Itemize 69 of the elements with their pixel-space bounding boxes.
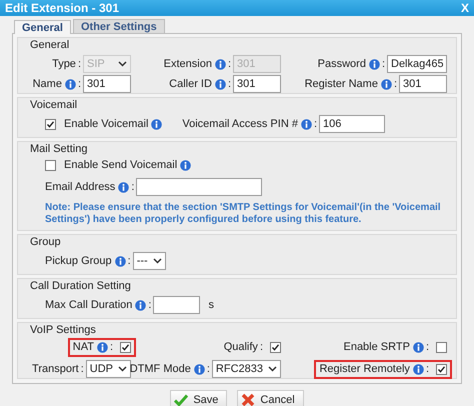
chevron-down-icon: [268, 366, 277, 372]
colon: :: [382, 58, 385, 70]
chevron-down-icon: [152, 258, 162, 264]
field-label: Type: [52, 58, 76, 70]
window-title: Edit Extension - 301: [5, 1, 120, 15]
checkbox[interactable]: [120, 342, 131, 352]
field-label: Register Remotely: [319, 362, 410, 376]
colon: :: [426, 362, 429, 376]
colon: :: [148, 298, 152, 312]
chevron-down-icon: [118, 61, 127, 67]
colon: :: [228, 78, 231, 90]
field-label: NAT: [72, 340, 94, 354]
section-title: Group: [29, 236, 62, 249]
unit-label: s: [208, 298, 214, 312]
section-title: Call Duration Setting: [29, 280, 132, 293]
colon: :: [128, 254, 131, 268]
colon: :: [394, 78, 397, 90]
field-label: Caller ID: [169, 78, 212, 90]
note-text: Note: Please ensure that the section 'SMTP Settings for Voicemail'(in the 'Voicemail Settings') have been properly configured before using this feature.: [45, 202, 442, 226]
action-button[interactable]: Cancel: [237, 390, 304, 406]
colon: :: [80, 362, 84, 376]
field-label: Pickup Group: [45, 254, 112, 268]
text-field[interactable]: [153, 296, 200, 314]
select-dropdown[interactable]: RFC2833: [212, 360, 281, 378]
checkbox-label: Enable Send Voicemail: [64, 159, 178, 172]
colon: :: [260, 340, 263, 354]
checkbox[interactable]: [45, 160, 56, 171]
checkbox[interactable]: [45, 118, 56, 130]
field-label: Password: [318, 58, 366, 70]
field-label: Enable SRTP: [343, 340, 410, 354]
checkbox[interactable]: [270, 342, 281, 352]
tab[interactable]: Other Settings: [72, 19, 165, 33]
section-title: VoIP Settings: [29, 324, 97, 337]
colon: :: [228, 58, 231, 70]
field-label: Name: [32, 78, 62, 90]
action-button[interactable]: Save: [170, 390, 228, 406]
checkbox[interactable]: [436, 364, 447, 374]
colon: :: [78, 58, 81, 70]
section-title: Voicemail: [29, 99, 78, 112]
field-label: Register Name: [304, 78, 378, 90]
select-dropdown[interactable]: UDP: [86, 360, 131, 378]
colon: :: [131, 180, 134, 194]
text-field[interactable]: 301: [83, 75, 131, 93]
text-field[interactable]: 301: [399, 75, 447, 93]
colon: :: [426, 340, 429, 354]
section-title: Mail Setting: [29, 143, 88, 156]
text-field[interactable]: 106: [319, 115, 386, 133]
colon: :: [110, 340, 113, 354]
field-label: Voicemail Access PIN #: [182, 118, 298, 130]
field-label: Transport: [32, 362, 79, 376]
close-icon: [241, 392, 256, 406]
field-label: Max Call Duration: [45, 298, 132, 312]
field-label: DTMF Mode: [130, 362, 191, 376]
text-field[interactable]: [136, 178, 262, 196]
checkbox-label: Enable Voicemail: [64, 118, 148, 130]
select-dropdown[interactable]: ---: [132, 252, 166, 270]
field-label: Email Address: [45, 180, 116, 194]
tab[interactable]: General: [14, 20, 71, 34]
text-field[interactable]: Delkag465: [387, 55, 447, 73]
chevron-down-icon: [118, 366, 127, 372]
field-label: Extension: [164, 58, 212, 70]
colon: :: [78, 78, 81, 90]
checkbox[interactable]: [436, 342, 447, 352]
colon: :: [314, 118, 318, 130]
checkmark-icon: [174, 394, 188, 406]
field-label: Qualify: [224, 340, 258, 354]
colon: :: [206, 362, 210, 376]
section-title: General: [29, 39, 70, 52]
text-field[interactable]: 301: [233, 75, 281, 93]
